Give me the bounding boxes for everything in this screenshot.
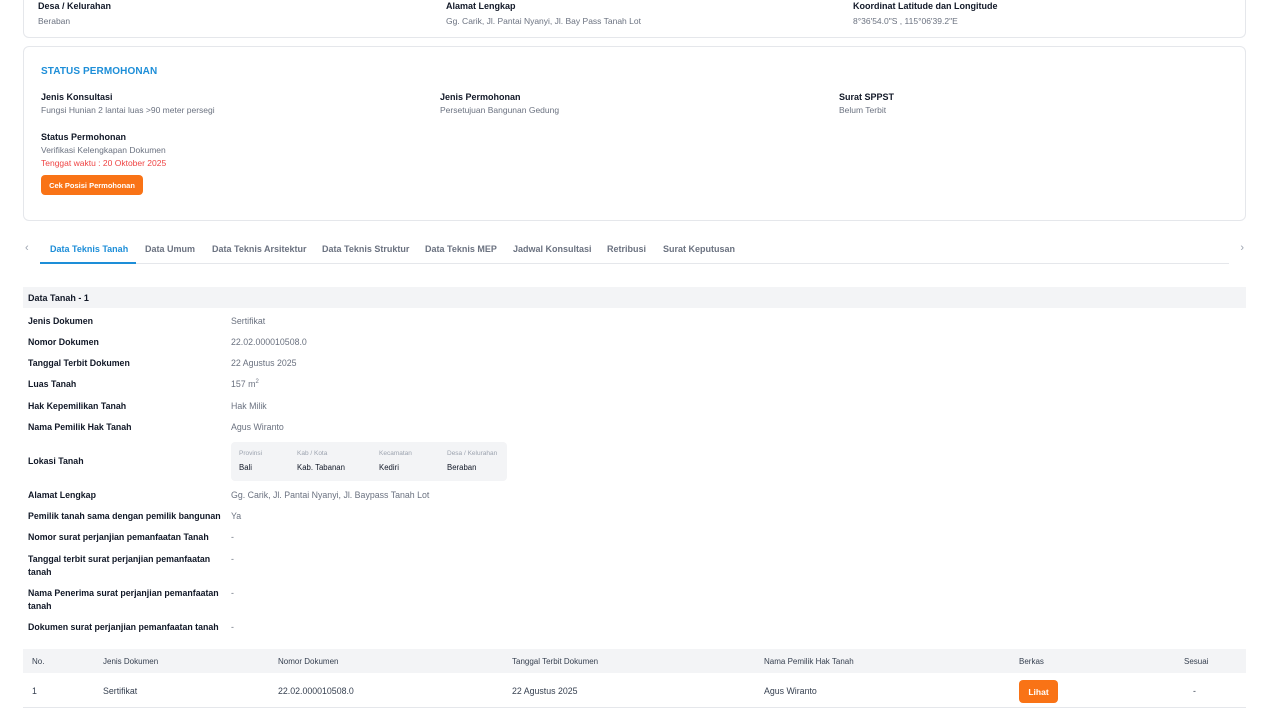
jenis-dokumen-label: Jenis Dokumen	[28, 316, 94, 326]
th-jenis-dokumen: Jenis Dokumen	[103, 657, 159, 666]
kecamatan-value: Kediri	[379, 463, 399, 472]
nomor-perjanjian-label: Nomor surat perjanjian pemanfaatan Tanah	[28, 532, 209, 542]
cell-nomor: 22.02.000010508.0	[278, 686, 354, 696]
cell-sesuai: -	[1193, 686, 1196, 696]
th-no: No.	[32, 657, 45, 666]
nama-pemilik-value: Agus Wiranto	[231, 422, 284, 432]
cell-tanggal: 22 Agustus 2025	[512, 686, 578, 696]
cek-posisi-button[interactable]: Cek Posisi Permohonan	[41, 175, 143, 195]
deadline-text: Tenggat waktu : 20 Oktober 2025	[41, 158, 167, 168]
tanggal-terbit-label: Tanggal Terbit Dokumen	[28, 358, 130, 368]
luas-tanah-label: Luas Tanah	[28, 379, 77, 389]
tab-data-teknis-arsitektur[interactable]: Data Teknis Arsitektur	[212, 244, 307, 254]
pemilik-sama-label: Pemilik tanah sama dengan pemilik bangun…	[28, 511, 221, 521]
kab-value: Kab. Tabanan	[297, 463, 345, 472]
th-tanggal-terbit: Tanggal Terbit Dokumen	[512, 657, 599, 666]
documents-table-header: No. Jenis Dokumen Nomor Dokumen Tanggal …	[23, 649, 1246, 673]
chevron-left-icon[interactable]: ‹	[25, 242, 29, 254]
alamat-lengkap-label: Alamat Lengkap	[28, 490, 96, 500]
th-nomor-dokumen: Nomor Dokumen	[278, 657, 339, 666]
chevron-right-icon[interactable]: ›	[1240, 242, 1244, 254]
lokasi-tanah-label: Lokasi Tanah	[28, 456, 84, 466]
kecamatan-label: Kecamatan	[379, 450, 412, 457]
lihat-button[interactable]: Lihat	[1019, 680, 1058, 703]
tanggal-perjanjian-label: Tanggal terbit surat perjanjian pemanfaa…	[28, 554, 211, 577]
dokumen-perjanjian-value: -	[231, 622, 234, 632]
penerima-perjanjian-value: -	[231, 588, 234, 598]
alamat-lengkap-value: Gg. Carik, Jl. Pantai Nyanyi, Jl. Baypas…	[231, 490, 430, 500]
penerima-perjanjian-label: Nama Penerima surat perjanjian pemanfaat…	[28, 588, 219, 611]
lokasi-box: Provinsi Bali Kab / Kota Kab. Tabanan Ke…	[231, 442, 507, 481]
th-berkas: Berkas	[1019, 657, 1044, 666]
kab-label: Kab / Kota	[297, 450, 328, 457]
jenis-permohonan-value: Persetujuan Bangunan Gedung	[440, 105, 560, 115]
desa-kel-label: Desa / Kelurahan	[447, 450, 498, 457]
koordinat-label: Koordinat Latitude dan Longitude	[853, 1, 998, 11]
data-tanah-header: Data Tanah - 1	[23, 287, 1246, 308]
tab-retribusi[interactable]: Retribusi	[607, 244, 646, 254]
nama-pemilik-label: Nama Pemilik Hak Tanah	[28, 422, 132, 432]
provinsi-value: Bali	[239, 463, 253, 472]
cell-nama: Agus Wiranto	[764, 686, 817, 696]
th-sesuai: Sesuai	[1184, 657, 1209, 666]
provinsi-label: Provinsi	[239, 450, 263, 457]
active-tab-indicator	[40, 262, 136, 264]
jenis-konsultasi-label: Jenis Konsultasi	[41, 92, 113, 102]
dokumen-perjanjian-label: Dokumen surat perjanjian pemanfaatan tan…	[28, 622, 219, 632]
koordinat-value: 8°36'54.0"S , 115°06'39.2"E	[853, 16, 958, 26]
table-row: 1 Sertifikat 22.02.000010508.0 22 Agustu…	[23, 673, 1246, 708]
tab-jadwal-konsultasi[interactable]: Jadwal Konsultasi	[513, 244, 592, 254]
status-card: STATUS PERMOHONAN Jenis Konsultasi Fungs…	[23, 46, 1246, 221]
desa-kel-value: Beraban	[447, 463, 477, 472]
nomor-perjanjian-value: -	[231, 532, 234, 542]
desa-label: Desa / Kelurahan	[38, 1, 112, 11]
tab-data-teknis-struktur[interactable]: Data Teknis Struktur	[322, 244, 409, 254]
tab-data-umum[interactable]: Data Umum	[145, 244, 195, 254]
alamat-value: Gg. Carik, Jl. Pantai Nyanyi, Jl. Bay Pa…	[446, 16, 641, 26]
hak-kepemilikan-value: Hak Milik	[231, 401, 267, 411]
status-permohonan-label: Status Permohonan	[41, 132, 127, 142]
jenis-permohonan-label: Jenis Permohonan	[440, 92, 521, 102]
hak-kepemilikan-label: Hak Kepemilikan Tanah	[28, 401, 127, 411]
location-card: Desa / Kelurahan Beraban Alamat Lengkap …	[23, 0, 1246, 38]
jenis-konsultasi-value: Fungsi Hunian 2 lantai luas >90 meter pe…	[41, 105, 215, 115]
status-permohonan-value: Verifikasi Kelengkapan Dokumen	[41, 145, 166, 155]
th-nama-pemilik: Nama Pemilik Hak Tanah	[764, 657, 854, 666]
luas-tanah-value: 157 m2	[231, 379, 259, 389]
desa-value: Beraban	[38, 16, 71, 26]
surat-sppst-label: Surat SPPST	[839, 92, 895, 102]
pemilik-sama-value: Ya	[231, 511, 242, 521]
tanggal-perjanjian-value: -	[231, 554, 234, 564]
jenis-dokumen-value: Sertifikat	[231, 316, 266, 326]
tab-data-teknis-tanah[interactable]: Data Teknis Tanah	[50, 244, 128, 254]
nomor-dokumen-value: 22.02.000010508.0	[231, 337, 307, 347]
cell-no: 1	[32, 686, 37, 696]
nomor-dokumen-label: Nomor Dokumen	[28, 337, 99, 347]
tab-divider	[40, 263, 1229, 264]
cell-jenis: Sertifikat	[103, 686, 138, 696]
tanggal-terbit-value: 22 Agustus 2025	[231, 358, 297, 368]
tab-bar: ‹ Data Teknis Tanah Data Umum Data Tekni…	[23, 237, 1246, 264]
surat-sppst-value: Belum Terbit	[839, 105, 887, 115]
alamat-label: Alamat Lengkap	[446, 1, 516, 11]
data-tanah-title: Data Tanah - 1	[28, 293, 89, 303]
tab-surat-keputusan[interactable]: Surat Keputusan	[663, 244, 735, 254]
tab-data-teknis-mep[interactable]: Data Teknis MEP	[425, 244, 497, 254]
status-title: STATUS PERMOHONAN	[41, 66, 158, 77]
